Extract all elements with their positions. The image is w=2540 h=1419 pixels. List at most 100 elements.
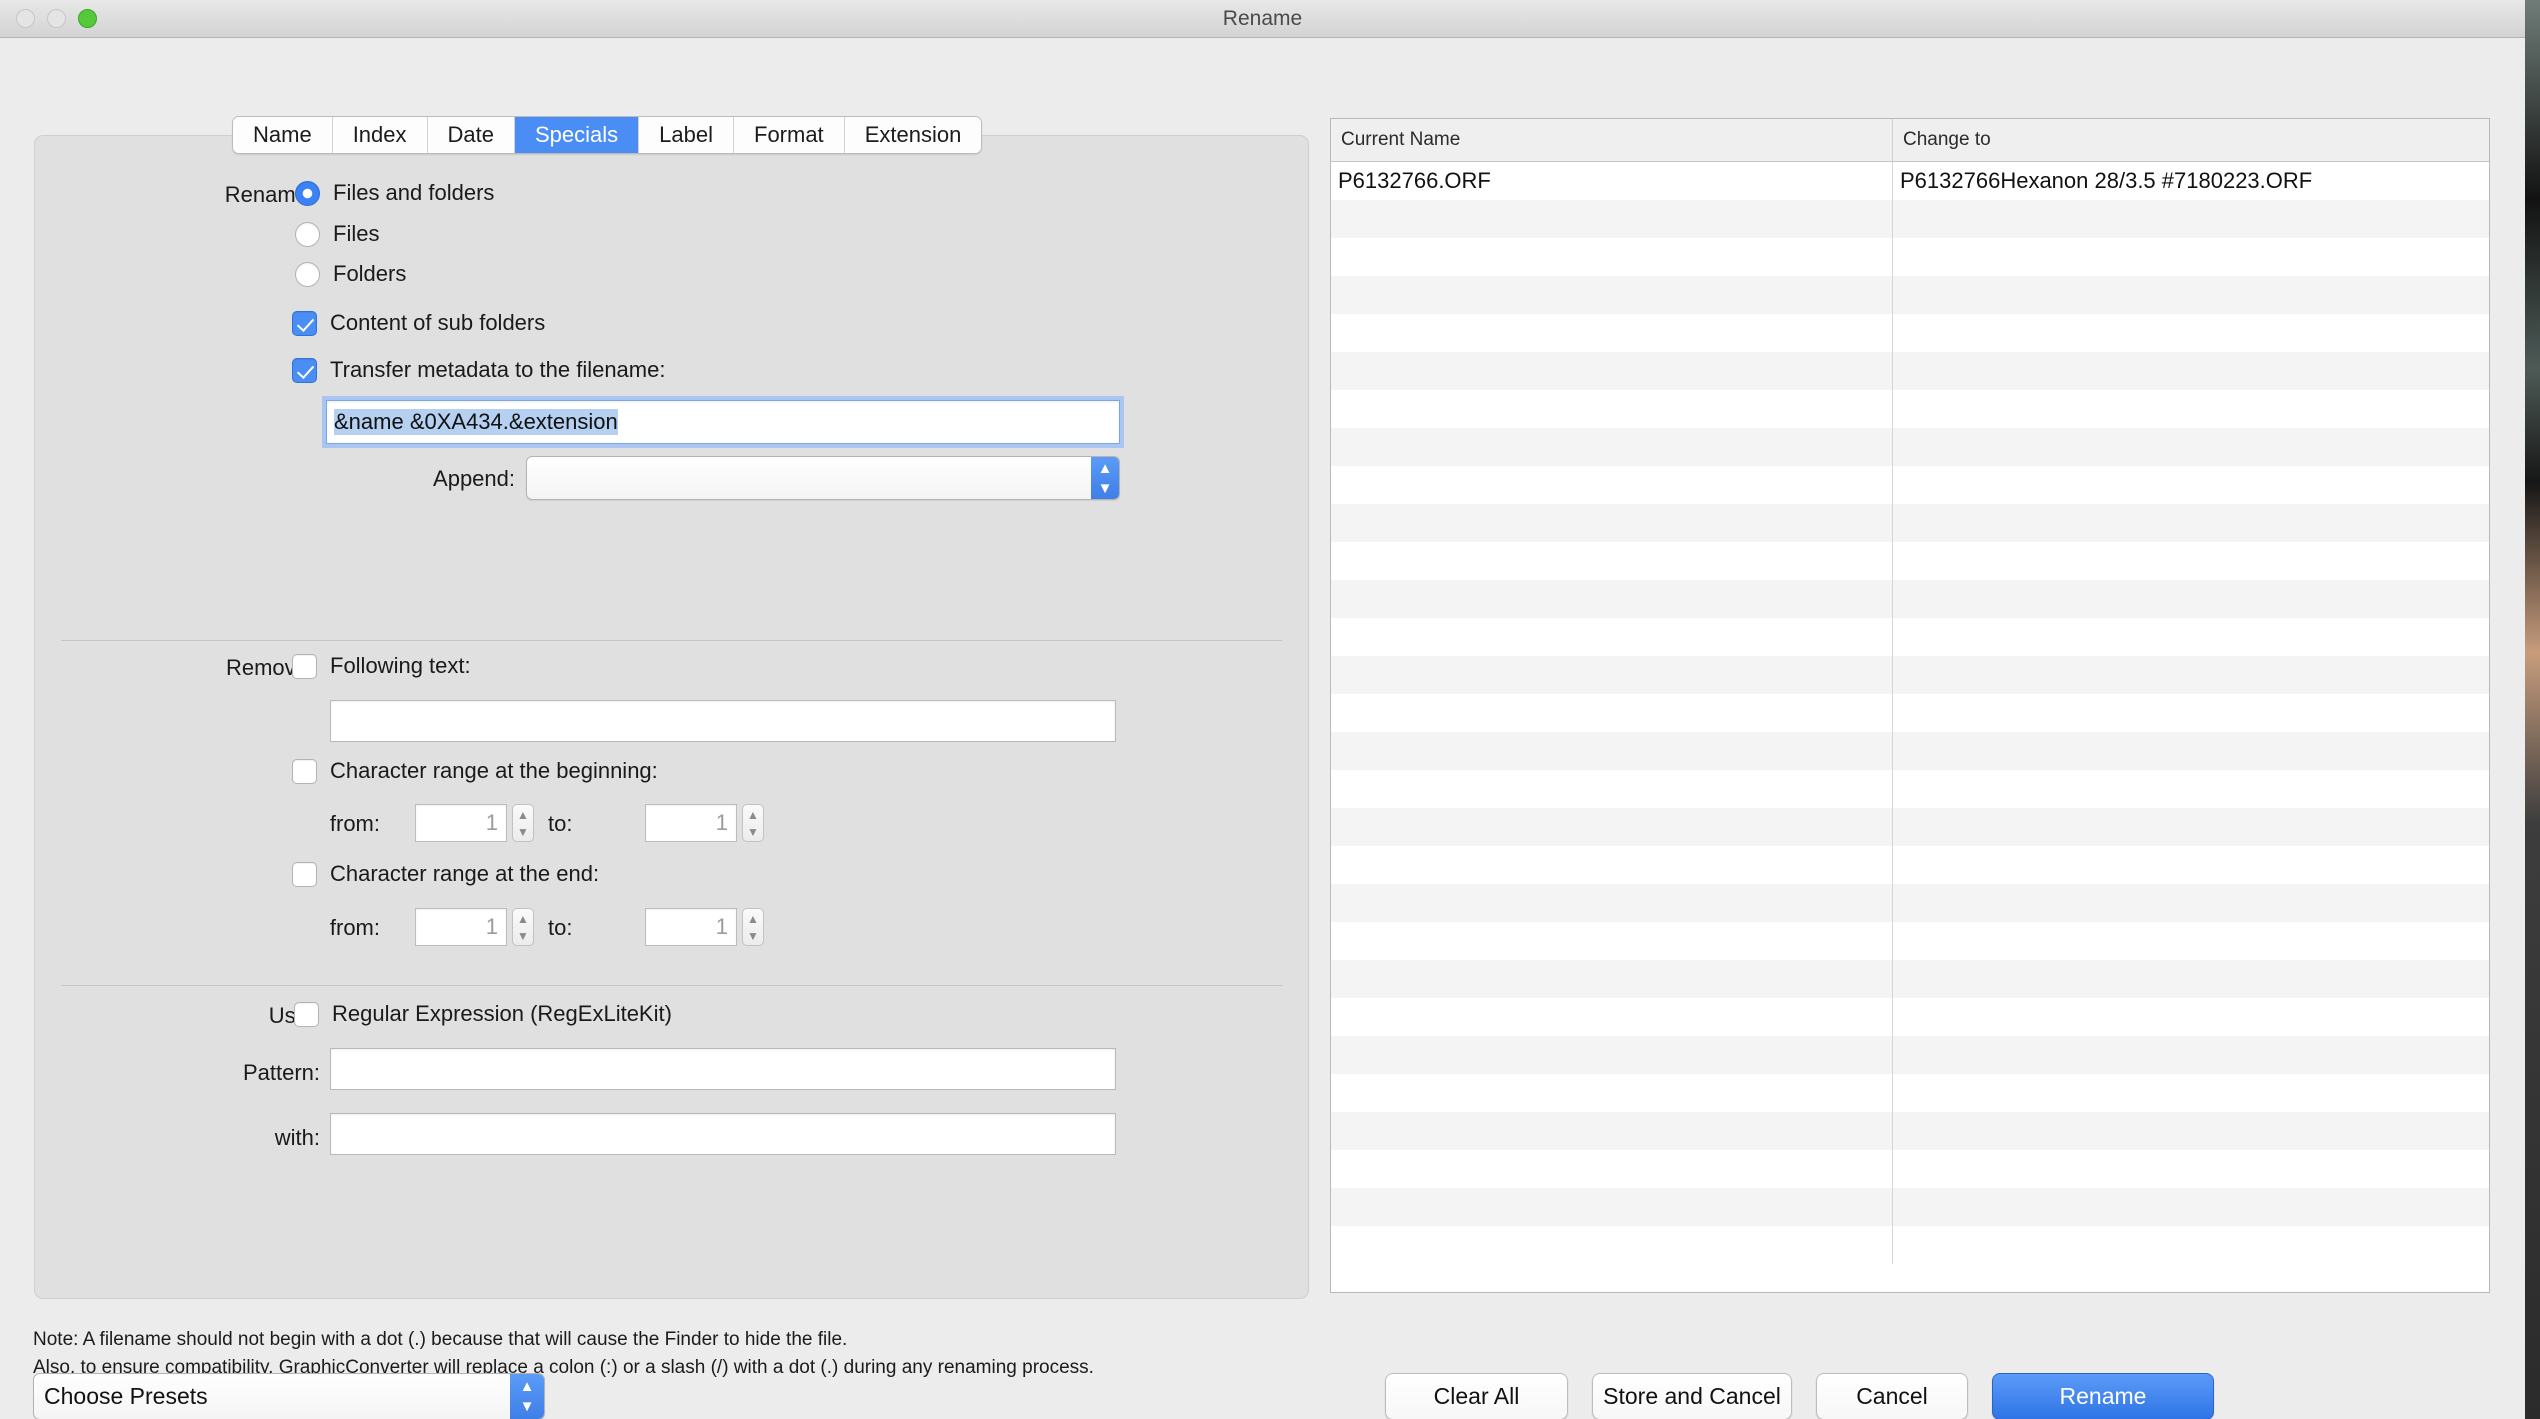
- table-row[interactable]: [1331, 1226, 2489, 1264]
- range-beginning-to-stepper[interactable]: 1 ▲ ▼: [645, 804, 764, 842]
- table-row[interactable]: [1331, 504, 2489, 542]
- table-row[interactable]: [1331, 656, 2489, 694]
- radio-icon[interactable]: [295, 221, 320, 247]
- cell-current-name: [1331, 352, 1893, 390]
- table-row[interactable]: [1331, 466, 2489, 504]
- rename-preview-table[interactable]: Current Name Change to P6132766.ORF P6132…: [1330, 118, 2490, 1293]
- tab-date[interactable]: Date: [427, 117, 515, 153]
- append-label: Append:: [433, 466, 515, 491]
- stepper-icon[interactable]: ▲ ▼: [512, 908, 534, 946]
- checkbox-label: Regular Expression (RegExLiteKit): [332, 1001, 672, 1026]
- cell-change-to: [1893, 390, 2489, 428]
- range-beginning-from-input[interactable]: 1: [415, 804, 507, 842]
- presets-stepper-icon[interactable]: ▲ ▼: [510, 1374, 544, 1419]
- clear-all-button[interactable]: Clear All: [1385, 1373, 1568, 1419]
- radio-label: Folders: [333, 261, 407, 286]
- table-row[interactable]: [1331, 428, 2489, 466]
- with-label-wrap: with:: [180, 1125, 320, 1151]
- from-label: from:: [329, 915, 380, 940]
- cell-current-name: [1331, 1112, 1893, 1150]
- tab-name[interactable]: Name: [233, 117, 333, 153]
- table-row[interactable]: [1331, 884, 2489, 922]
- table-row[interactable]: [1331, 770, 2489, 808]
- with-input[interactable]: [330, 1113, 1116, 1155]
- section-divider-1: [61, 640, 1282, 641]
- table-row[interactable]: [1331, 1036, 2489, 1074]
- radio-icon-selected[interactable]: [295, 180, 320, 206]
- store-and-cancel-button[interactable]: Store and Cancel: [1592, 1373, 1792, 1419]
- cell-change-to: [1893, 884, 2489, 922]
- following-text-input[interactable]: [330, 700, 1116, 742]
- table-row[interactable]: [1331, 1074, 2489, 1112]
- table-row[interactable]: [1331, 314, 2489, 352]
- checkbox-icon[interactable]: [292, 758, 317, 784]
- table-row[interactable]: [1331, 922, 2489, 960]
- stepper-icon[interactable]: ▲ ▼: [742, 908, 764, 946]
- stepper-icon[interactable]: ▲ ▼: [512, 804, 534, 842]
- checkbox-content-of-sub-folders[interactable]: Content of sub folders: [292, 310, 545, 336]
- cancel-button[interactable]: Cancel: [1816, 1373, 1968, 1419]
- table-row[interactable]: [1331, 960, 2489, 998]
- choose-presets-popup[interactable]: Choose Presets ▲ ▼: [33, 1373, 545, 1419]
- table-row[interactable]: [1331, 390, 2489, 428]
- range-end-to-stepper[interactable]: 1 ▲ ▼: [645, 908, 764, 946]
- checkbox-icon[interactable]: [292, 653, 317, 679]
- radio-files-and-folders[interactable]: Files and folders: [295, 180, 494, 206]
- radio-icon[interactable]: [295, 261, 320, 287]
- cell-current-name: [1331, 1074, 1893, 1112]
- table-row[interactable]: [1331, 542, 2489, 580]
- table-row[interactable]: [1331, 352, 2489, 390]
- checkbox-char-range-end[interactable]: Character range at the end:: [292, 861, 599, 887]
- range-end-from-stepper[interactable]: 1 ▲ ▼: [415, 908, 534, 946]
- checkbox-following-text[interactable]: Following text:: [292, 653, 471, 679]
- checkbox-transfer-metadata[interactable]: Transfer metadata to the filename:: [292, 357, 665, 383]
- table-row[interactable]: [1331, 846, 2489, 884]
- table-row[interactable]: [1331, 998, 2489, 1036]
- checkbox-icon[interactable]: [294, 1001, 319, 1027]
- table-row[interactable]: [1331, 694, 2489, 732]
- metadata-pattern-input[interactable]: &name &0XA434.&extension: [322, 396, 1124, 448]
- tab-extension[interactable]: Extension: [844, 117, 982, 153]
- table-row[interactable]: [1331, 200, 2489, 238]
- checkbox-icon-checked[interactable]: [292, 310, 317, 336]
- radio-files[interactable]: Files: [295, 221, 379, 247]
- column-header-change-to[interactable]: Change to: [1893, 119, 2489, 161]
- table-row[interactable]: [1331, 580, 2489, 618]
- range-end-to-input[interactable]: 1: [645, 908, 737, 946]
- stepper-icon[interactable]: ▲ ▼: [742, 804, 764, 842]
- append-combobox[interactable]: ▲ ▼: [526, 456, 1120, 500]
- tab-index[interactable]: Index: [332, 117, 428, 153]
- chevron-up-icon: ▲: [517, 911, 529, 926]
- section-divider-2: [61, 985, 1282, 986]
- cell-change-to: [1893, 808, 2489, 846]
- table-row[interactable]: P6132766.ORF P6132766Hexanon 28/3.5 #7180…: [1331, 162, 2489, 200]
- radio-folders[interactable]: Folders: [295, 261, 406, 287]
- table-row[interactable]: [1331, 1188, 2489, 1226]
- table-row[interactable]: [1331, 276, 2489, 314]
- table-row[interactable]: [1331, 732, 2489, 770]
- note-line-1: Note: A filename should not begin with a…: [33, 1329, 848, 1350]
- rename-button[interactable]: Rename: [1992, 1373, 2214, 1419]
- tab-format[interactable]: Format: [734, 117, 845, 153]
- tab-label[interactable]: Label: [639, 117, 734, 153]
- cell-current-name: [1331, 1188, 1893, 1226]
- table-row[interactable]: [1331, 1112, 2489, 1150]
- from-label: from:: [329, 811, 380, 836]
- table-row[interactable]: [1331, 238, 2489, 276]
- range-end-from-input[interactable]: 1: [415, 908, 507, 946]
- range-beginning-from-stepper[interactable]: 1 ▲ ▼: [415, 804, 534, 842]
- checkbox-icon[interactable]: [292, 861, 317, 887]
- tab-specials[interactable]: Specials: [515, 117, 640, 153]
- append-stepper-icon[interactable]: ▲ ▼: [1091, 457, 1119, 499]
- table-row[interactable]: [1331, 808, 2489, 846]
- table-row[interactable]: [1331, 618, 2489, 656]
- pattern-input[interactable]: [330, 1048, 1116, 1090]
- tab-bar[interactable]: Name Index Date Specials Label Format Ex…: [232, 116, 983, 154]
- checkbox-char-range-beginning[interactable]: Character range at the beginning:: [292, 758, 658, 784]
- table-row[interactable]: [1331, 1150, 2489, 1188]
- checkbox-icon-checked[interactable]: [292, 357, 317, 383]
- checkbox-regular-expression[interactable]: Regular Expression (RegExLiteKit): [294, 1001, 672, 1027]
- cell-change-to: [1893, 694, 2489, 732]
- column-header-current-name[interactable]: Current Name: [1331, 119, 1893, 161]
- range-beginning-to-input[interactable]: 1: [645, 804, 737, 842]
